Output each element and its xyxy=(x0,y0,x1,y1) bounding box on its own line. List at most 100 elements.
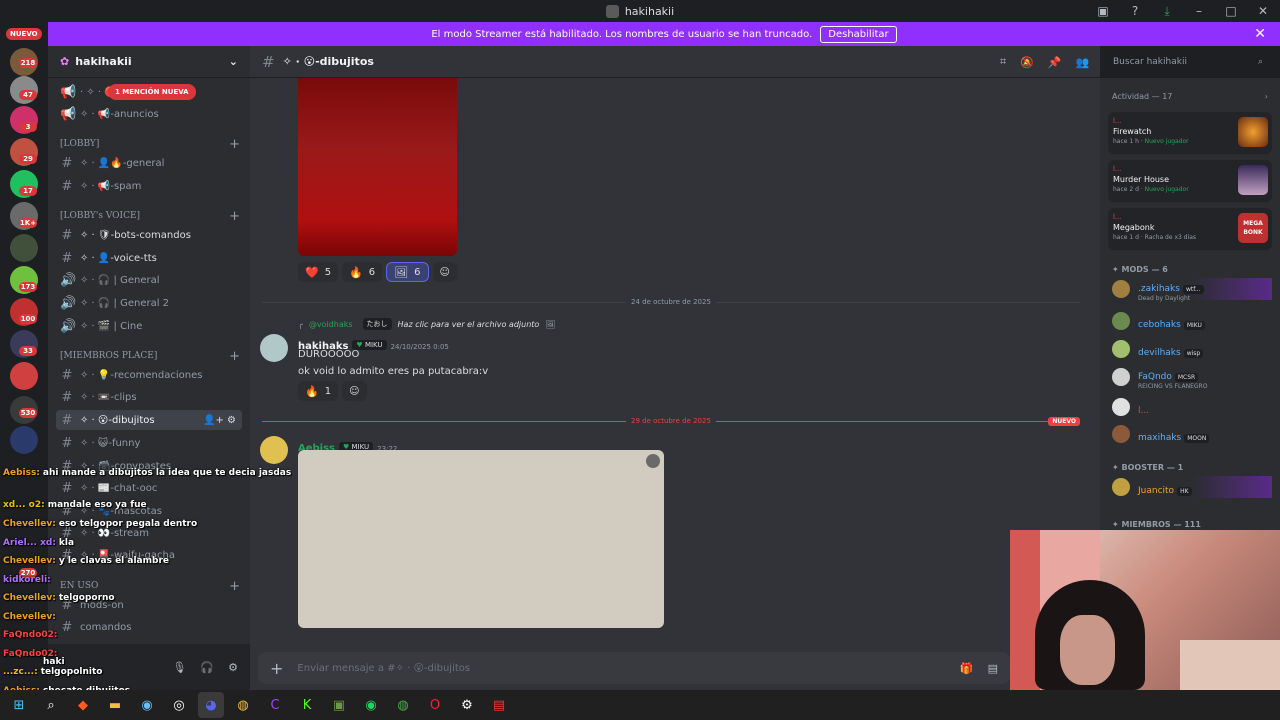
kick-icon[interactable]: K xyxy=(294,692,320,718)
channel-item[interactable]: # ✧ · 📼-clips xyxy=(56,387,242,407)
spoiler-icon[interactable] xyxy=(646,454,660,468)
opera-icon[interactable]: O xyxy=(422,692,448,718)
add-channel-icon[interactable]: + xyxy=(229,349,240,364)
announcement-icon: 📢 xyxy=(60,106,77,122)
member-name: devilhaks xyxy=(1138,347,1181,358)
member-item[interactable]: maxihaks MOON xyxy=(1112,423,1272,445)
add-reaction-button[interactable]: ☺ xyxy=(342,381,367,401)
gif-icon[interactable]: ▤ xyxy=(988,662,998,675)
avatar[interactable] xyxy=(260,334,288,362)
activity-card[interactable]: l... Firewatch hace 1 h · Nuevo jugador xyxy=(1108,112,1272,154)
add-channel-icon[interactable]: + xyxy=(229,137,240,152)
reaction[interactable]: 🔥 6 xyxy=(342,262,383,282)
image-attachment[interactable] xyxy=(298,450,664,628)
title-bar: hakihakii ▣ ? ⤓ – □ ✕ xyxy=(0,0,1280,22)
disable-streamer-button[interactable]: Deshabilitar xyxy=(820,25,897,43)
server-icon[interactable] xyxy=(10,234,38,262)
close-banner-icon[interactable]: ✕ xyxy=(1254,26,1266,42)
channel-item[interactable]: # ✧ · 📢-spam xyxy=(56,176,242,196)
download-icon[interactable]: ⤓ xyxy=(1156,4,1178,19)
channel-name: ✧ · 🛡-bots-comandos xyxy=(80,229,191,241)
mention-pill[interactable]: 1 MENCIÓN NUEVA xyxy=(108,84,196,100)
reply-reference[interactable]: ╭ @voidhaks たおし Haz clic para ver el arc… xyxy=(298,318,555,330)
chevron-down-icon[interactable]: ⌄ xyxy=(229,55,238,68)
chat-line: ...zc...: telgopolnito xyxy=(3,667,103,677)
message-input[interactable]: + Enviar mensaje a #✧ · 😮-dibujitos 🎁 ▤ xyxy=(258,652,1010,684)
server-header[interactable]: ✿ hakihakii ⌄ xyxy=(48,46,250,78)
voice-channel-item[interactable]: 🔊 ✧ · 🎬 | Cine xyxy=(56,316,242,336)
obs-icon[interactable]: ◎ xyxy=(166,692,192,718)
chrome-icon[interactable]: ◍ xyxy=(230,692,256,718)
message-list: ❤️ 5 🔥 6 🖼 6 ☺ 24 de octubre de 2025 ╭ @voi… xyxy=(250,78,1100,690)
maximize-icon[interactable]: □ xyxy=(1220,4,1242,18)
gift-icon[interactable]: 🎁 xyxy=(960,662,974,675)
channel-name: ✧ · 👤-voice-tts xyxy=(80,252,157,264)
new-tag: NUEVO xyxy=(1048,417,1080,426)
members-icon[interactable]: 👥 xyxy=(1076,56,1090,69)
member-item[interactable]: l... xyxy=(1112,396,1272,418)
activity-card[interactable]: l... Murder House hace 2 d · Nuevo jugad… xyxy=(1108,160,1272,202)
composer-placeholder: Enviar mensaje a #✧ · 😮-dibujitos xyxy=(297,662,471,674)
voicemeeter-icon[interactable]: ▤ xyxy=(486,692,512,718)
minecraft-icon[interactable]: ▣ xyxy=(326,692,352,718)
member-item[interactable]: Juancito HK xyxy=(1112,476,1272,498)
mute-bell-icon[interactable]: 🔕 xyxy=(1020,56,1034,69)
windows-start-icon[interactable]: ⊞ xyxy=(6,692,32,718)
discord-icon[interactable]: ◕ xyxy=(198,692,224,718)
channel-item[interactable]: # ✧ · 💡-recomendaciones xyxy=(56,365,242,385)
reaction[interactable]: 🔥 1 xyxy=(298,381,339,401)
chrome-icon[interactable]: ◍ xyxy=(390,692,416,718)
avatar[interactable] xyxy=(260,436,288,464)
spotify-icon[interactable]: ◉ xyxy=(358,692,384,718)
category-lobby-voice[interactable]: [LOBBY's VOICE] + xyxy=(60,208,240,224)
image-attachment[interactable] xyxy=(298,78,457,256)
category-lobby[interactable]: [LOBBY] + xyxy=(60,136,240,152)
channel-item[interactable]: # ✧ · 👤-voice-tts xyxy=(56,248,242,268)
close-window-icon[interactable]: ✕ xyxy=(1252,4,1274,18)
voice-channel-item[interactable]: 🔊 ✧ · 🎧 | General 2 xyxy=(56,293,242,313)
voice-channel-item[interactable]: 🔊 ✧ · 🎧 | General xyxy=(56,270,242,290)
threads-icon[interactable]: ⌗ xyxy=(1000,55,1006,69)
member-badge: wtf... xyxy=(1182,285,1204,294)
canva-icon[interactable]: C xyxy=(262,692,288,718)
channel-name: ✧ · 🎬 | Cine xyxy=(80,320,143,332)
activity-card[interactable]: l... Megabonk hace 1 d · Racha de x3 día… xyxy=(1108,208,1272,250)
channel-item[interactable]: # ✧ · 🛡-bots-comandos xyxy=(56,225,242,245)
search-icon[interactable]: ⌕ xyxy=(38,692,64,718)
member-item[interactable]: cebohaks MIKU xyxy=(1112,310,1272,332)
channel-item[interactable]: 📢 ✧ · 📢-anuncios xyxy=(56,104,242,124)
category-miembros[interactable]: [MIEMBROS PLACE] + xyxy=(60,348,240,364)
member-badge: HK xyxy=(1177,486,1192,496)
settings-icon[interactable]: 👤+ ⚙ xyxy=(203,415,236,426)
file-explorer-icon[interactable]: ▬ xyxy=(102,692,128,718)
settings-icon[interactable]: ⚙ xyxy=(454,692,480,718)
activity-header[interactable]: Actividad — 17 › xyxy=(1112,92,1268,101)
member-item[interactable]: .zakihaks wtf... Dead by Daylight xyxy=(1112,278,1272,302)
help-icon[interactable]: ? xyxy=(1124,4,1146,18)
server-icon[interactable] xyxy=(10,362,38,390)
reaction-emoji: 🔥 xyxy=(349,265,363,279)
hash-icon: # xyxy=(61,178,73,194)
chevron-right-icon[interactable]: › xyxy=(1265,92,1268,101)
brave-icon[interactable]: ◆ xyxy=(70,692,96,718)
reaction-emoji: ❤️ xyxy=(305,265,319,279)
reaction[interactable]: 🖼 6 xyxy=(386,262,429,282)
add-attachment-icon[interactable]: + xyxy=(270,659,283,678)
member-item[interactable]: devilhaks wisp xyxy=(1112,338,1272,360)
channel-name: ✧ · 📼-clips xyxy=(80,391,137,403)
search-input[interactable]: Buscar hakihakii ⌕ xyxy=(1107,52,1269,72)
inbox-icon[interactable]: ▣ xyxy=(1092,4,1114,18)
add-reaction-button[interactable]: ☺ xyxy=(432,262,457,282)
channel-title: ✧ · 😮-dibujitos xyxy=(282,55,374,68)
channel-item[interactable]: # ✧ · 👤🔥-general xyxy=(56,153,242,173)
member-item[interactable]: FaQndo MCSR REICING VS FLANEGRO xyxy=(1112,366,1272,390)
reaction[interactable]: ❤️ 5 xyxy=(298,262,339,282)
add-channel-icon[interactable]: + xyxy=(229,209,240,224)
pin-icon[interactable]: 📌 xyxy=(1048,56,1062,69)
steam-icon[interactable]: ◉ xyxy=(134,692,160,718)
channel-item-active[interactable]: # ✧ · 😮-dibujitos 👤+ ⚙ xyxy=(56,410,242,430)
avatar xyxy=(1112,398,1130,416)
chat-line: Ariel... xd: kla xyxy=(3,538,75,548)
reaction-bar: 🔥 1 ☺ xyxy=(298,381,367,401)
minimize-icon[interactable]: – xyxy=(1188,4,1210,18)
